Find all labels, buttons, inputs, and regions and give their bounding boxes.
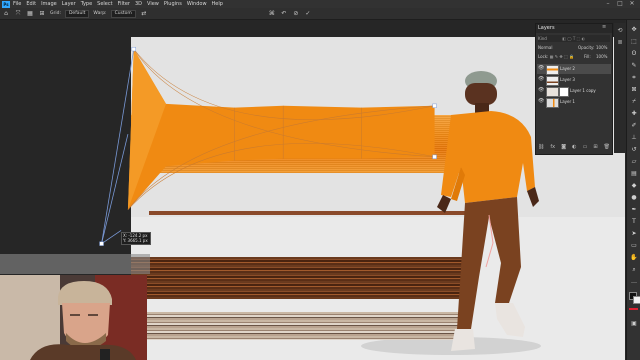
layers-tab[interactable]: Layers [538, 25, 555, 31]
filter-icons[interactable]: ◧ ◯ T ⬚ ◐ [562, 36, 585, 41]
pen-tool-icon[interactable]: ✒ [629, 206, 639, 214]
hand-tool-icon[interactable]: ✋ [629, 254, 639, 262]
background-color-swatch[interactable] [633, 296, 640, 304]
lock-label: Lock: [538, 54, 549, 59]
visibility-eye-icon[interactable]: 👁 [538, 88, 544, 93]
readout-y: Y: 3665.1 px [123, 238, 148, 243]
history-brush-tool-icon[interactable]: ↺ [629, 146, 639, 154]
blend-mode-select[interactable]: Normal [538, 45, 552, 50]
layer-filter-row[interactable]: Kind ◧ ◯ T ⬚ ◐ [538, 35, 610, 42]
opacity-value[interactable]: 100% [596, 44, 607, 51]
fill-value[interactable]: 100% [596, 53, 607, 60]
mask-icon[interactable]: ◙ [561, 144, 566, 152]
layer-thumbnail [546, 76, 559, 86]
lock-row: Lock: ▦ ✎ ✥ ⬚ 🔒 Fill: 100% [538, 53, 610, 60]
layer-row-layer-2[interactable]: 👁 Layer 2 [537, 64, 611, 75]
brush-tool-icon[interactable]: ✐ [629, 122, 639, 130]
visibility-eye-icon[interactable]: 👁 [538, 66, 544, 71]
layer-name[interactable]: Layer 1 [560, 97, 575, 107]
layers-panel-tabbar: Layers ≡ [536, 24, 612, 33]
webcam-overlay [0, 275, 147, 360]
folder-icon[interactable]: ▭ [583, 144, 588, 152]
more-tools-icon[interactable]: … [629, 278, 639, 286]
filter-kind-select[interactable]: Kind [538, 36, 547, 41]
layer-mask-thumbnail[interactable] [559, 87, 569, 97]
visibility-eye-icon[interactable]: 👁 [538, 99, 544, 104]
warp-bounding-box [101, 49, 135, 244]
warp-handle-top-right [432, 103, 437, 108]
frame-tool-icon[interactable]: ⊠ [629, 86, 639, 94]
new-layer-icon[interactable]: ⊞ [593, 144, 597, 152]
layer-name[interactable]: Layer 3 [560, 75, 575, 85]
eraser-tool-icon[interactable]: ▱ [629, 158, 639, 166]
warp-handle-bottom-left [99, 241, 104, 246]
eyedropper-tool-icon[interactable]: ⌿ [629, 98, 639, 106]
lasso-tool-icon[interactable]: ʘ [629, 50, 639, 58]
tools-toolbar: ✥ ⬚ ʘ ✎ ⌗ ⊠ ⌿ ✚ ✐ ⊥ ↺ ▱ ▤ ◆ ● ✒ T ➤ ▭ ✋ … [626, 20, 640, 360]
clone-stamp-tool-icon[interactable]: ⊥ [629, 134, 639, 142]
panel-menu-icon[interactable]: ≡ [602, 24, 606, 30]
healing-brush-tool-icon[interactable]: ✚ [629, 110, 639, 118]
move-tool-icon[interactable]: ✥ [629, 26, 639, 34]
shape-tool-icon[interactable]: ▭ [629, 242, 639, 250]
layer-row-layer-1-copy[interactable]: 👁 Layer 1 copy [537, 86, 611, 97]
warp-handle-top-left [131, 46, 136, 52]
blur-tool-icon[interactable]: ◆ [629, 182, 639, 190]
close-button[interactable]: ✕ [626, 0, 638, 8]
quick-select-tool-icon[interactable]: ✎ [629, 62, 639, 70]
opacity-label: Opacity: [578, 45, 595, 50]
layer-row-layer-1[interactable]: 👁 Layer 1 [537, 97, 611, 108]
dodge-tool-icon[interactable]: ● [629, 194, 639, 202]
marquee-tool-icon[interactable]: ⬚ [629, 38, 639, 46]
transform-readout-tooltip: X: -124.2 px Y: 3665.1 px [121, 232, 151, 245]
history-panel-icon[interactable]: ⟲ [616, 27, 624, 35]
layer-thumbnail [546, 87, 559, 97]
layer-name[interactable]: Layer 1 copy [570, 86, 596, 96]
warp-handle-bottom-right [432, 154, 437, 159]
quick-mask-icon[interactable] [629, 308, 638, 310]
visibility-eye-icon[interactable]: 👁 [538, 77, 544, 82]
properties-panel-icon[interactable]: ≣ [616, 39, 624, 47]
presenter-figure [30, 281, 136, 360]
zoom-tool-icon[interactable]: ⌕ [629, 266, 639, 274]
adjustment-icon[interactable]: ◐ [572, 144, 576, 152]
layer-row-layer-3[interactable]: 👁 Layer 3 [537, 75, 611, 86]
crop-tool-icon[interactable]: ⌗ [629, 74, 639, 82]
blend-row: Normal Opacity: 100% [538, 44, 610, 51]
fill-label: Fill: [584, 54, 591, 59]
trash-icon[interactable]: 🗑 [604, 144, 610, 152]
warped-orange-region [127, 49, 435, 210]
link-icon[interactable]: ⛓ [538, 144, 544, 152]
path-selection-tool-icon[interactable]: ➤ [629, 230, 639, 238]
layers-panel-footer: ⛓ fx ◙ ◐ ▭ ⊞ 🗑 [538, 144, 610, 152]
gradient-tool-icon[interactable]: ▤ [629, 170, 639, 178]
layer-thumbnail [546, 98, 559, 108]
lock-icons[interactable]: ▦ ✎ ✥ ⬚ 🔒 [550, 54, 574, 59]
collapsed-panels-strip: ⟲ ≣ [614, 23, 626, 153]
layers-panel: Layers ≡ Kind ◧ ◯ T ⬚ ◐ Normal Opacity: … [535, 23, 613, 155]
layer-thumbnail [546, 65, 559, 75]
screen-mode-icon[interactable]: ▣ [629, 320, 639, 328]
layer-name[interactable]: Layer 2 [560, 64, 575, 74]
type-tool-icon[interactable]: T [629, 218, 639, 226]
fx-icon[interactable]: fx [550, 144, 555, 152]
